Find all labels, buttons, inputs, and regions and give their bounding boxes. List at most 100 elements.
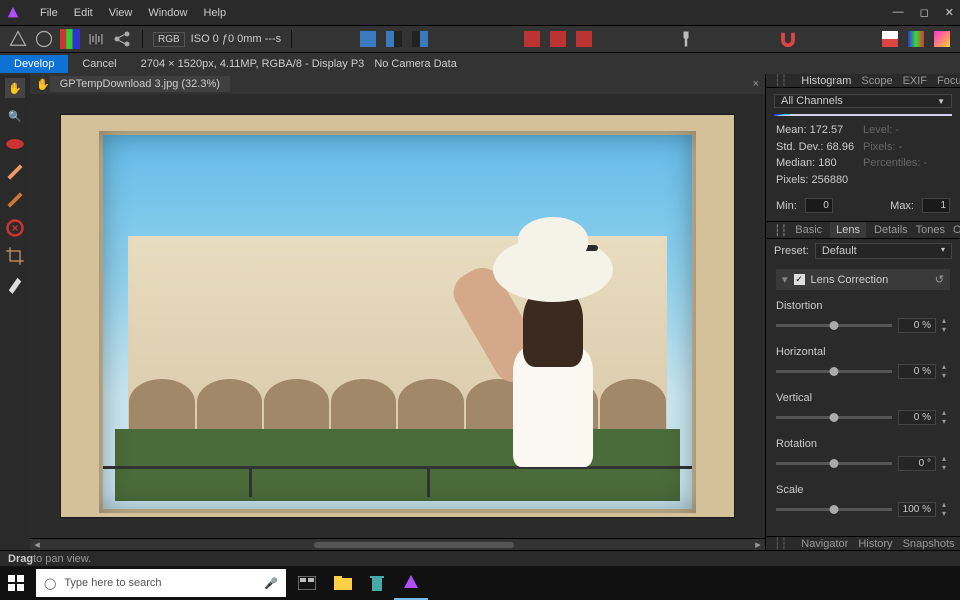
tab-snapshots[interactable]: Snapshots — [903, 538, 955, 550]
red-box1-icon[interactable] — [522, 29, 542, 49]
right-panel: ┆┆ Histogram Scope EXIF Focus ≡ All Chan… — [765, 74, 960, 550]
preset-label: Preset: — [774, 245, 809, 257]
reset-icon[interactable]: ↺ — [935, 273, 944, 286]
slider-label: Distortion — [776, 300, 950, 312]
slider-knob[interactable] — [830, 413, 839, 422]
overlay-tool-icon[interactable] — [5, 218, 25, 238]
menu-view[interactable]: View — [109, 7, 133, 19]
triangle-logo-icon[interactable] — [8, 29, 28, 49]
close-icon[interactable]: ✕ — [945, 6, 954, 19]
red-box2-icon[interactable] — [548, 29, 568, 49]
tab-histogram[interactable]: Histogram — [801, 75, 851, 87]
swatch2-icon[interactable] — [906, 29, 926, 49]
red-box3-icon[interactable] — [574, 29, 594, 49]
magnet-icon[interactable] — [778, 29, 798, 49]
slider-value[interactable]: 100 % — [898, 502, 936, 517]
single-view-icon[interactable] — [358, 29, 378, 49]
scroll-thumb[interactable] — [314, 542, 514, 548]
crop-tool-icon[interactable] — [5, 246, 25, 266]
tab-details[interactable]: Details — [874, 224, 908, 236]
tab-navigator[interactable]: Navigator — [801, 538, 848, 550]
max-label: Max: — [890, 200, 914, 212]
split-view-icon[interactable] — [384, 29, 404, 49]
brush-tool-icon[interactable] — [5, 190, 25, 210]
start-button[interactable] — [0, 566, 32, 600]
min-input[interactable] — [805, 198, 833, 213]
slider-value[interactable]: 0 % — [898, 318, 936, 333]
main-menu: File Edit View Window Help — [40, 7, 226, 19]
panel-grip-icon[interactable]: ┆┆ — [774, 74, 787, 87]
develop-button[interactable]: Develop — [0, 55, 68, 73]
horizontal-scrollbar[interactable]: ◂ ▸ — [30, 538, 765, 550]
flashlight-icon[interactable] — [676, 29, 696, 49]
slider-track[interactable] — [776, 416, 892, 419]
slider-knob[interactable] — [830, 367, 839, 376]
develop-bar: Develop Cancel 2704 × 1520px, 4.11MP, RG… — [0, 52, 960, 74]
document-tab[interactable]: GPTempDownload 3.jpg (32.3%) — [50, 76, 230, 92]
lens-checkbox[interactable]: ✓ — [794, 274, 805, 285]
tab-tones[interactable]: Tones — [916, 224, 945, 236]
slider-track[interactable] — [776, 508, 892, 511]
slider-scale: Scale 100 % ▴▾ — [776, 484, 950, 518]
slider-label: Scale — [776, 484, 950, 496]
task-view-icon[interactable] — [290, 566, 324, 600]
lens-correction-header[interactable]: ▾ ✓ Lens Correction ↺ — [776, 269, 950, 290]
slider-track[interactable] — [776, 370, 892, 373]
mirror-view-icon[interactable] — [410, 29, 430, 49]
slider-stepper[interactable]: ▴▾ — [942, 316, 950, 334]
minimize-icon[interactable]: — — [893, 6, 904, 19]
slider-value[interactable]: 0 % — [898, 364, 936, 379]
tab-basic[interactable]: Basic — [795, 224, 822, 236]
slider-stepper[interactable]: ▴▾ — [942, 362, 950, 380]
collapse-icon[interactable]: ▾ — [782, 273, 788, 286]
slider-knob[interactable] — [829, 505, 838, 514]
swatch1-icon[interactable] — [880, 29, 900, 49]
tab-scope[interactable]: Scope — [861, 75, 892, 87]
blemish-tool-icon[interactable] — [5, 162, 25, 182]
panel-grip-icon[interactable]: ┆┆ — [774, 224, 787, 237]
redeye-tool-icon[interactable] — [5, 134, 25, 154]
menu-file[interactable]: File — [40, 7, 58, 19]
tab-exif[interactable]: EXIF — [903, 75, 927, 87]
swatch3-icon[interactable] — [932, 29, 952, 49]
slider-track[interactable] — [776, 462, 892, 465]
trash-icon[interactable] — [362, 566, 392, 600]
bottom-panel-tabs: ┆┆ Navigator History Snapshots Info ≡ — [766, 536, 960, 550]
tab-overlays[interactable]: Overlays — [953, 224, 960, 236]
affinity-app-icon[interactable] — [394, 566, 428, 600]
bars-icon[interactable]: |ı|ı| — [86, 29, 106, 49]
tab-lens[interactable]: Lens — [830, 222, 866, 238]
cancel-button[interactable]: Cancel — [68, 55, 130, 73]
slider-knob[interactable] — [830, 321, 839, 330]
slider-track[interactable] — [776, 324, 892, 327]
circle-icon[interactable] — [34, 29, 54, 49]
zoom-tool-icon[interactable]: 🔍 — [5, 106, 25, 126]
mic-icon[interactable]: 🎤 — [264, 577, 278, 590]
canvas[interactable] — [30, 94, 765, 538]
preset-dropdown[interactable]: Default▾ — [815, 243, 952, 259]
histogram-display: ⚠ — [774, 114, 952, 116]
menu-edit[interactable]: Edit — [74, 7, 93, 19]
share-icon[interactable] — [112, 29, 132, 49]
tab-history[interactable]: History — [858, 538, 892, 550]
slider-value[interactable]: 0 % — [898, 410, 936, 425]
slider-stepper[interactable]: ▴▾ — [942, 500, 950, 518]
max-input[interactable] — [922, 198, 950, 213]
slider-value[interactable]: 0 ° — [898, 456, 936, 471]
menu-help[interactable]: Help — [203, 7, 226, 19]
tab-close-icon[interactable]: × — [747, 78, 765, 90]
channels-dropdown[interactable]: All Channels▼ — [774, 94, 952, 108]
hand-tool-icon[interactable]: ✋ — [5, 78, 25, 98]
slider-stepper[interactable]: ▴▾ — [942, 454, 950, 472]
menu-window[interactable]: Window — [148, 7, 187, 19]
whitebalance-tool-icon[interactable] — [5, 274, 25, 294]
taskbar-search[interactable]: ◯ Type here to search 🎤 — [36, 569, 286, 597]
slider-knob[interactable] — [830, 459, 839, 468]
color-format-badge: RGB — [153, 32, 185, 47]
slider-stepper[interactable]: ▴▾ — [942, 408, 950, 426]
file-explorer-icon[interactable] — [326, 566, 360, 600]
color-cube-icon[interactable] — [60, 29, 80, 49]
panel-grip-icon[interactable]: ┆┆ — [774, 537, 787, 550]
maximize-icon[interactable]: ◻ — [920, 6, 929, 19]
tab-focus[interactable]: Focus — [937, 75, 960, 87]
